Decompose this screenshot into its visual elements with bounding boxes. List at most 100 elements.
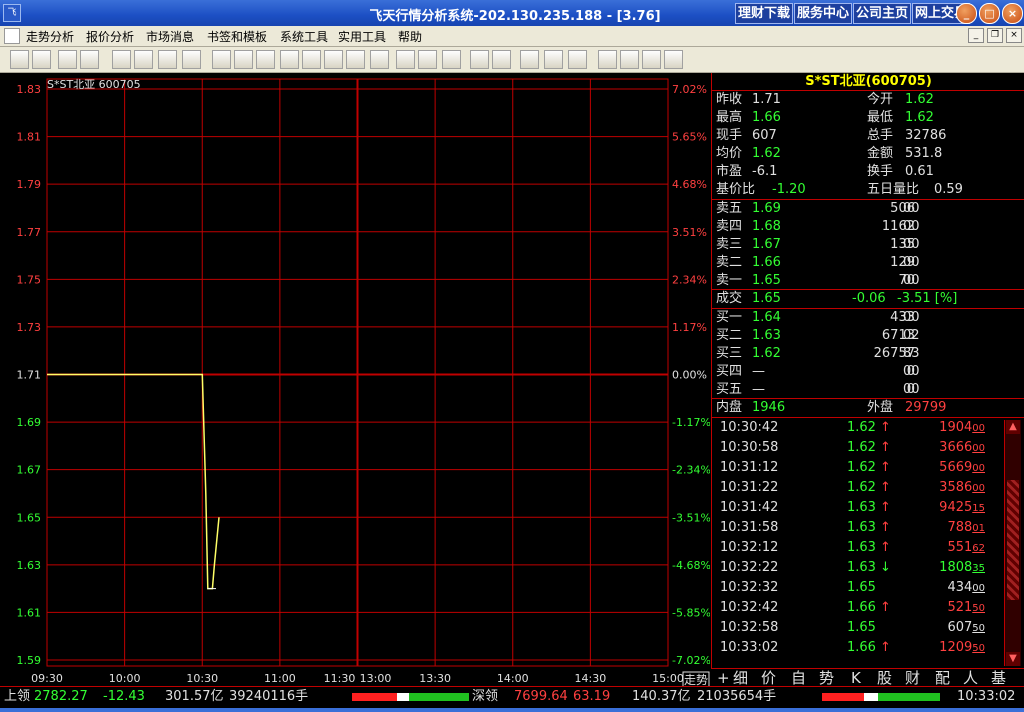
- menu-help[interactable]: 帮助: [398, 28, 422, 45]
- panel-tab-5[interactable]: K: [851, 669, 861, 687]
- ask-label: 卖三: [716, 237, 743, 252]
- menu-trend[interactable]: 走势分析: [26, 28, 74, 45]
- link-service[interactable]: 服务中心: [794, 3, 853, 24]
- trend-icon[interactable]: [212, 50, 231, 69]
- doc1-icon[interactable]: [598, 50, 617, 69]
- close-window-button[interactable]: ×: [1002, 3, 1023, 24]
- panel-tab-0[interactable]: +: [717, 669, 730, 687]
- panel-tab-4[interactable]: 势: [819, 669, 834, 687]
- tick-price: 1.63: [847, 540, 876, 555]
- min30-icon[interactable]: [346, 50, 365, 69]
- menu-utilities[interactable]: 实用工具: [338, 28, 386, 45]
- minimize-window-button[interactable]: _: [956, 3, 977, 24]
- ball2-icon[interactable]: [544, 50, 563, 69]
- back-icon[interactable]: [10, 50, 29, 69]
- panel-tab-7[interactable]: 财: [905, 669, 920, 687]
- mdi-close-button[interactable]: ×: [1006, 28, 1022, 43]
- a-icon[interactable]: [492, 50, 511, 69]
- panel-tab-1[interactable]: 细: [733, 669, 748, 687]
- quote-label: 今开: [867, 92, 894, 107]
- tick-row[interactable]: 10:31:12 1.62 ↑ 566900: [717, 458, 1005, 478]
- pen-icon[interactable]: [182, 50, 201, 69]
- menu-bookmarks[interactable]: 书签和模板: [207, 28, 267, 45]
- tick-volume-int: 9425: [939, 500, 973, 515]
- link-download[interactable]: 理财下载: [735, 3, 794, 24]
- chart-tab-trend[interactable]: 走势: [684, 673, 708, 687]
- bid-label: 买四: [716, 364, 743, 379]
- title-links: 理财下载 服务中心 公司主页 网上交易: [735, 3, 971, 24]
- tick-volume-int: 434: [947, 580, 973, 595]
- doc-icon[interactable]: [4, 28, 20, 44]
- ticks-scrollbar[interactable]: ▲ ▼: [1004, 420, 1021, 666]
- tick-row[interactable]: 10:32:42 1.66 ↑ 52150: [717, 598, 1005, 618]
- tick-row[interactable]: 10:30:42 1.62 ↑ 190400: [717, 418, 1005, 438]
- ash-icon[interactable]: [134, 50, 153, 69]
- doc4-icon[interactable]: [664, 50, 683, 69]
- quote-value: 1.71: [752, 92, 781, 107]
- grid-icon[interactable]: [470, 50, 489, 69]
- intraday-chart[interactable]: 1.83 7.02% 1.81 5.65% 1.79 4.68% 1.77 3.51% 1.75…: [0, 73, 711, 689]
- tick-row[interactable]: 10:32:22 1.63 ↓ 180835: [717, 558, 1005, 578]
- tick-row[interactable]: 10:31:42 1.63 ↑ 942515: [717, 498, 1005, 518]
- scroll-up-arrow-icon[interactable]: ▲: [1006, 420, 1020, 434]
- scroll-down-arrow-icon[interactable]: ▼: [1006, 652, 1020, 666]
- price-line[interactable]: [47, 373, 220, 590]
- sh-index-icon[interactable]: [58, 50, 77, 69]
- panel-tab-9[interactable]: 人: [963, 669, 978, 687]
- bid-label: 买二: [716, 328, 743, 343]
- quote-label: 均价: [716, 146, 743, 161]
- maximize-window-button[interactable]: □: [979, 3, 1000, 24]
- kline-week-icon[interactable]: [256, 50, 275, 69]
- panel-tab-10[interactable]: 基: [991, 669, 1006, 687]
- kline-month-icon[interactable]: [280, 50, 299, 69]
- tick-row[interactable]: 10:30:58 1.62 ↑ 366600: [717, 438, 1005, 458]
- min15-icon[interactable]: [324, 50, 343, 69]
- tick-volume: 366600: [939, 438, 985, 459]
- link-homepage[interactable]: 公司主页: [853, 3, 912, 24]
- tick-row[interactable]: 10:32:58 1.65 60750: [717, 618, 1005, 638]
- mdi-minimize-button[interactable]: _: [968, 28, 984, 43]
- chart-a-icon[interactable]: [112, 50, 131, 69]
- panel-tab-3[interactable]: 自: [791, 669, 806, 687]
- sz-index-icon[interactable]: [80, 50, 99, 69]
- panel-tab-2[interactable]: 价: [761, 669, 776, 687]
- tick-volume: 566900: [939, 458, 985, 479]
- tick-volume-int: 788: [947, 520, 973, 535]
- mdi-restore-button[interactable]: ❐: [987, 28, 1003, 43]
- menu-news[interactable]: 市场消息: [146, 28, 194, 45]
- time-tick-label: 10:00: [109, 672, 141, 685]
- chart-canvas[interactable]: 1.83 7.02% 1.81 5.65% 1.79 4.68% 1.77 3.51% 1.75…: [0, 73, 711, 689]
- price-tick-label: 1.69: [17, 416, 42, 429]
- ask-label: 卖一: [716, 273, 743, 288]
- menu-system[interactable]: 系统工具: [280, 28, 328, 45]
- doc3-icon[interactable]: [642, 50, 661, 69]
- tick-price: 1.62: [847, 480, 876, 495]
- menu-quote[interactable]: 报价分析: [86, 28, 134, 45]
- min60-icon[interactable]: [370, 50, 389, 69]
- tick-row[interactable]: 10:31:58 1.63 ↑ 78801: [717, 518, 1005, 538]
- app-logo-icon[interactable]: 飞: [3, 4, 21, 22]
- panel-tab-8[interactable]: 配: [935, 669, 950, 687]
- asz-icon[interactable]: [158, 50, 177, 69]
- ball3-icon[interactable]: [568, 50, 587, 69]
- time-tick-label: 09:30: [31, 672, 63, 685]
- scroll-thumb[interactable]: [1007, 480, 1019, 600]
- ball1-icon[interactable]: [520, 50, 539, 69]
- panel-tab-6[interactable]: 股: [877, 669, 892, 687]
- bar-icon[interactable]: [442, 50, 461, 69]
- list-icon[interactable]: [32, 50, 51, 69]
- bid-price: —: [752, 364, 765, 379]
- tick-row[interactable]: 10:32:12 1.63 ↑ 55162: [717, 538, 1005, 558]
- kline-day-icon[interactable]: [234, 50, 253, 69]
- tick-volume-int: 3666: [939, 440, 973, 455]
- min5-icon[interactable]: [302, 50, 321, 69]
- doc2-icon[interactable]: [620, 50, 639, 69]
- arrow-icon[interactable]: [396, 50, 415, 69]
- sz-volume: 21035654手: [697, 689, 777, 704]
- tick-row[interactable]: 10:32:32 1.65 43400: [717, 578, 1005, 598]
- tick-volume: 52150: [947, 598, 985, 619]
- compare-icon[interactable]: [418, 50, 437, 69]
- tick-row[interactable]: 10:33:02 1.66 ↑ 120950: [717, 638, 1005, 658]
- tick-row[interactable]: 10:31:22 1.62 ↑ 358600: [717, 478, 1005, 498]
- quote-label: 市盈: [716, 164, 743, 179]
